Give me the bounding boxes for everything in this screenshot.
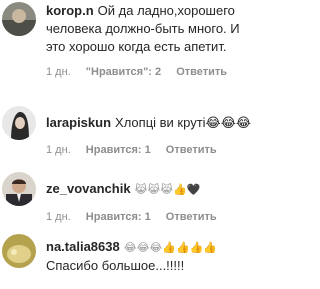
comment-message-line-2: Спасибо большое...!!!!!: [46, 258, 185, 273]
comment-meta: 1 дн. Нравится: 1 Ответить: [46, 211, 260, 223]
avatar[interactable]: [2, 106, 36, 140]
reply-button[interactable]: Ответить: [166, 211, 217, 223]
comment-time[interactable]: 1 дн.: [46, 211, 71, 223]
comment-username[interactable]: ze_vovanchik: [46, 181, 131, 196]
comment-text: korop.n Ой да ладно,хорошего человека дол…: [46, 2, 260, 56]
comment-message: 😂😂😂👍👍👍👍: [123, 242, 218, 254]
comment-message: 😹😹😹👍🖤: [134, 184, 201, 196]
likes-count[interactable]: "Нравится": 2: [86, 66, 161, 78]
avatar[interactable]: [2, 234, 36, 268]
comment-time[interactable]: 1 дн.: [46, 144, 71, 156]
likes-count[interactable]: Нравится: 1: [86, 144, 151, 156]
comment-meta: 1 дн. Нравится: 1 Ответить: [46, 144, 260, 156]
reply-button[interactable]: Ответить: [166, 144, 217, 156]
comment-text: larapiskun Хлопці ви круті😂😂😂: [46, 114, 260, 132]
avatar-image: [2, 234, 36, 268]
comment-username[interactable]: larapiskun: [46, 115, 111, 130]
avatar-image: [2, 172, 36, 206]
comment-username[interactable]: na.talia8638: [46, 239, 120, 254]
comment-username[interactable]: korop.n: [46, 3, 94, 18]
likes-count[interactable]: Нравится: 1: [86, 211, 151, 223]
comment-message: Хлопці ви круті😂😂😂: [115, 115, 252, 130]
comment-time[interactable]: 1 дн.: [46, 66, 71, 78]
comment-text: ze_vovanchik 😹😹😹👍🖤: [46, 180, 260, 199]
comment-text: na.talia8638 😂😂😂👍👍👍👍: [46, 238, 260, 257]
avatar[interactable]: [2, 2, 36, 36]
avatar-image: [2, 2, 36, 36]
avatar[interactable]: [2, 172, 36, 206]
avatar-image: [2, 106, 36, 140]
comment-meta: 1 дн. "Нравится": 2 Ответить: [46, 66, 260, 78]
reply-button[interactable]: Ответить: [176, 66, 227, 78]
